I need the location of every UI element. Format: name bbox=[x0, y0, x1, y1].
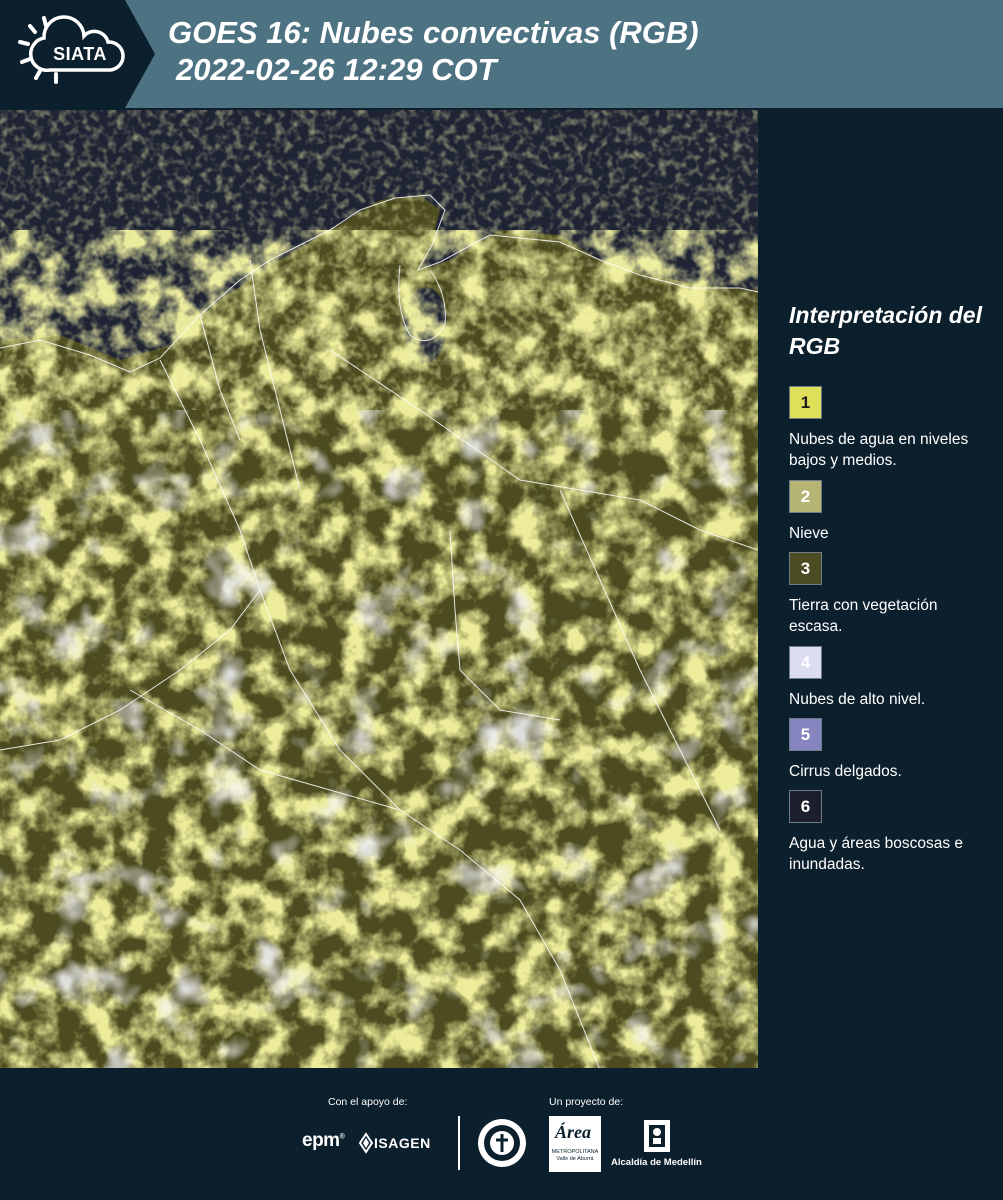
alcaldia-shield-icon bbox=[644, 1120, 670, 1152]
legend-item-water-forest: 6 Agua y áreas boscosas e inundadas. bbox=[789, 790, 994, 875]
legend-item-thin-cirrus: 5 Cirrus delgados. bbox=[789, 718, 994, 782]
siata-logo[interactable]: SIATA bbox=[0, 0, 155, 108]
footer: Con el apoyo de: Un proyecto de: epm® IS… bbox=[0, 1068, 1003, 1200]
legend-swatch-1: 1 bbox=[789, 386, 822, 419]
legend-label-5: Cirrus delgados. bbox=[789, 763, 902, 780]
legend-swatch-4: 4 bbox=[789, 646, 822, 679]
header-band: SIATA GOES 16: Nubes convectivas (RGB) 2… bbox=[0, 0, 1003, 108]
legend-label-1: Nubes de agua en niveles bajos y medios. bbox=[789, 431, 969, 469]
area-logo-subtitle: METROPOLITANA Valle de Aburrá bbox=[551, 1149, 599, 1162]
legend-label-6: Agua y áreas boscosas e inundadas. bbox=[789, 835, 964, 873]
siata-logo-text: SIATA bbox=[53, 44, 107, 64]
satellite-map-image bbox=[0, 110, 758, 1070]
legend-title: Interpretación del RGB bbox=[789, 302, 982, 359]
footer-divider bbox=[458, 1116, 460, 1170]
registered-mark: ® bbox=[339, 1133, 345, 1141]
epm-logo[interactable]: epm® bbox=[302, 1130, 345, 1152]
legend-label-3: Tierra con vegetación escasa. bbox=[789, 597, 938, 635]
legend-swatch-3: 3 bbox=[789, 552, 822, 585]
area-metropolitana-logo[interactable]: Área METROPOLITANA Valle de Aburrá bbox=[549, 1116, 601, 1172]
title-product: GOES 16: Nubes convectivas (RGB) bbox=[168, 15, 699, 50]
support-label: Con el apoyo de: bbox=[328, 1096, 408, 1108]
area-logo-script: Área bbox=[555, 1122, 591, 1142]
title-timestamp: 2022-02-26 12:29 COT bbox=[176, 52, 497, 87]
alcaldia-medellin-logo[interactable]: Alcaldía de Medellín bbox=[611, 1157, 702, 1168]
legend-label-4: Nubes de alto nivel. bbox=[789, 691, 926, 708]
epm-logo-text: epm bbox=[302, 1130, 340, 1151]
project-label: Un proyecto de: bbox=[549, 1096, 624, 1108]
legend-swatch-5: 5 bbox=[789, 718, 822, 751]
legend-panel: Interpretación del RGB 1 Nubes de agua e… bbox=[758, 108, 1003, 1068]
legend-item-high-clouds: 4 Nubes de alto nivel. bbox=[789, 646, 994, 710]
legend-item-snow: 2 Nieve bbox=[789, 480, 994, 544]
legend-item-sparse-vegetation: 3 Tierra con vegetación escasa. bbox=[789, 552, 994, 637]
legend-swatch-2: 2 bbox=[789, 480, 822, 513]
page-title: GOES 16: Nubes convectivas (RGB) 2022-02… bbox=[168, 14, 699, 88]
legend-item-low-water-clouds: 1 Nubes de agua en niveles bajos y medio… bbox=[789, 386, 994, 471]
legend-swatch-6: 6 bbox=[789, 790, 822, 823]
legend-label-2: Nieve bbox=[789, 525, 829, 542]
isagen-logo[interactable]: ISAGEN bbox=[374, 1135, 431, 1151]
satellite-map[interactable] bbox=[0, 110, 758, 1070]
isagen-icon bbox=[358, 1132, 374, 1154]
university-seal-icon[interactable] bbox=[477, 1118, 527, 1168]
